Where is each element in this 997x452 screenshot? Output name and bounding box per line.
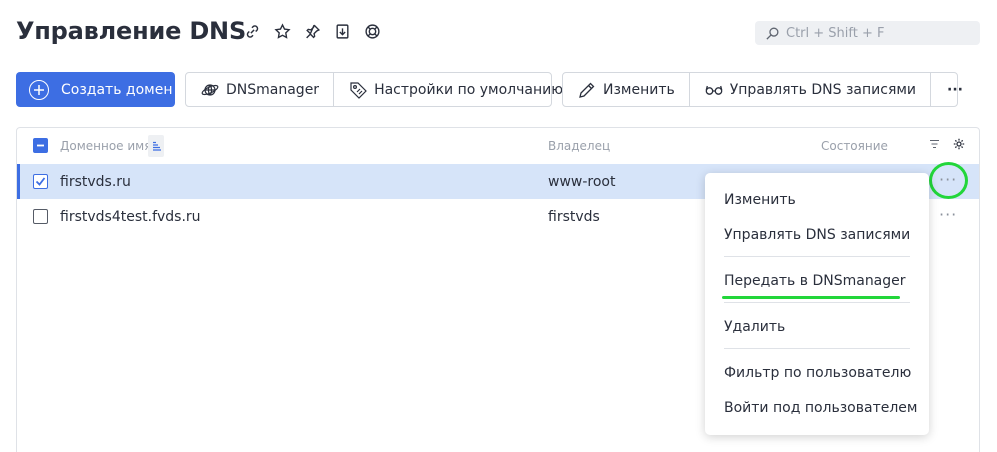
dnsmanager-button[interactable]: DNSmanager [186,73,335,106]
edit-button[interactable]: Изменить [563,73,690,106]
column-status[interactable]: Состояние [821,139,888,153]
link-icon[interactable] [243,22,262,41]
row-context-menu: Изменить Управлять DNS записями Передать… [705,173,929,435]
glasses-icon [705,85,723,95]
menu-item-login-as-user[interactable]: Войти под пользователем [724,400,917,416]
create-domain-label: Создать домен [61,81,173,98]
default-settings-button[interactable]: Настройки по умолчанию [334,73,577,106]
page-title: Управление DNS [16,17,247,45]
star-icon[interactable] [273,22,292,41]
row-checkbox[interactable] [33,209,48,224]
table-header: Доменное имя Владелец Состояние [17,128,979,164]
menu-item-filter-user[interactable]: Фильтр по пользователю [724,365,911,381]
tag-icon [350,81,367,99]
row-checkbox[interactable] [33,174,48,189]
row-actions-button[interactable]: ··· [939,205,957,224]
manage-dns-label: Управлять DNS записями [729,81,917,98]
cell-domain[interactable]: firstvds4test.fvds.ru [60,209,201,225]
menu-divider [724,302,910,303]
cell-domain[interactable]: firstvds.ru [60,174,131,190]
menu-divider [724,348,910,349]
dnsmanager-label: DNSmanager [226,81,320,98]
title-actions [243,22,382,41]
create-domain-button[interactable]: Создать домен [16,72,175,107]
filter-icon[interactable] [929,139,940,153]
select-all-checkbox[interactable] [33,138,48,153]
column-domain[interactable]: Доменное имя [60,139,151,153]
export-icon[interactable] [333,22,352,41]
more-actions-button[interactable]: ··· [931,73,979,106]
lifebuoy-icon[interactable] [363,22,382,41]
sort-icon[interactable] [148,135,164,157]
search-input[interactable]: Ctrl + Shift + F [755,21,980,45]
manage-dns-button[interactable]: Управлять DNS записями [690,73,932,106]
dnsmanager-icon [201,83,219,96]
settings-button-group: DNSmanager Настройки по умолчанию [185,72,563,107]
cell-owner: firstvds [548,209,600,225]
default-settings-label: Настройки по умолчанию [374,81,564,98]
menu-item-transfer-dnsmanager[interactable]: Передать в DNSmanager [724,273,906,289]
edit-label: Изменить [603,81,675,98]
cell-owner: www-root [548,174,616,190]
highlight-underline [722,296,900,299]
column-owner[interactable]: Владелец [548,139,610,153]
menu-item-delete[interactable]: Удалить [724,319,785,335]
gear-icon[interactable] [953,138,965,153]
pin-icon[interactable] [303,22,322,41]
search-icon [766,27,779,40]
menu-divider [724,256,910,257]
pencil-icon [579,82,595,98]
highlight-circle [929,162,968,199]
menu-item-edit[interactable]: Изменить [724,192,796,208]
search-placeholder: Ctrl + Shift + F [786,25,885,41]
more-actions-label: ··· [947,81,963,98]
menu-item-manage-dns[interactable]: Управлять DNS записями [724,227,910,243]
actions-button-group: Изменить Управлять DNS записями ··· [562,72,963,107]
plus-icon [29,79,49,100]
